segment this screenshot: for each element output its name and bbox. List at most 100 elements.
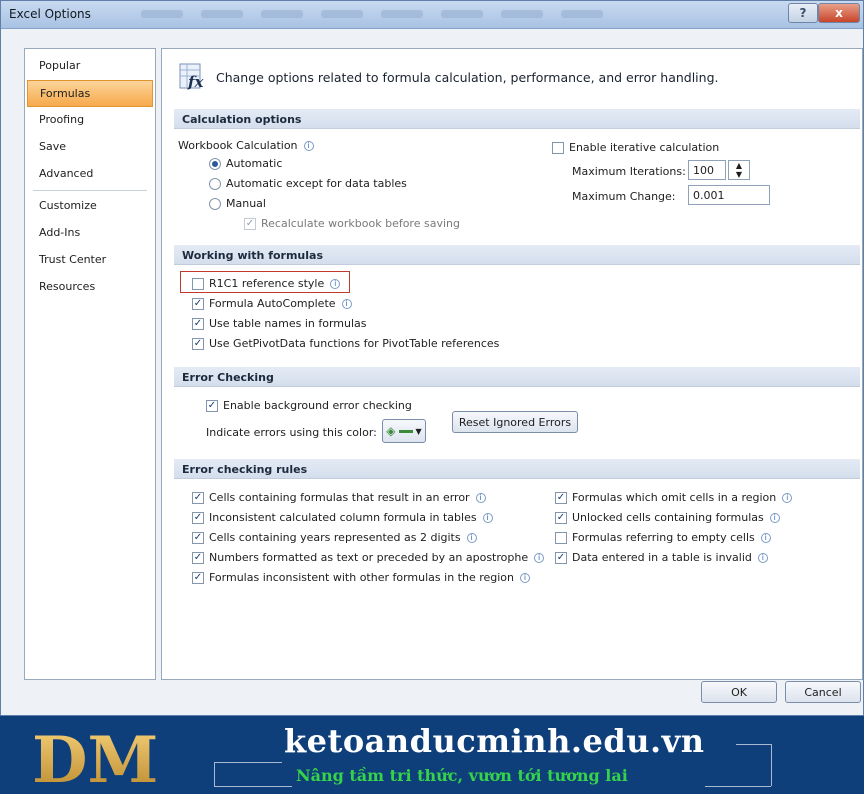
checkbox[interactable]: ✓ — [192, 551, 204, 564]
close-button[interactable]: x — [818, 3, 860, 23]
svg-text:DM: DM — [32, 724, 156, 790]
use-table-names[interactable]: ✓ Use table names in formulas — [192, 317, 367, 330]
radio-automatic[interactable]: Automatic — [209, 157, 282, 170]
title-bar: Excel Options ? x — [1, 1, 863, 29]
formula-autocomplete[interactable]: ✓ Formula AutoComplete i — [192, 297, 352, 310]
background-ribbon-tabs — [141, 10, 603, 18]
radio-manual-label: Manual — [226, 197, 266, 210]
r1c1-highlight-box — [180, 271, 350, 293]
max-iterations-label: Maximum Iterations: — [572, 165, 686, 178]
footer-rule-left-bottom — [214, 786, 292, 787]
indicate-errors-label: Indicate errors using this color: — [206, 426, 377, 439]
rule-two-digit-years[interactable]: ✓ Cells containing years represented as 2… — [192, 531, 477, 544]
sidebar-item-customize[interactable]: Customize — [25, 193, 155, 220]
error-color-picker[interactable]: ◈ ▼ — [382, 419, 426, 443]
rule-table-data-invalid[interactable]: ✓ Data entered in a table is invalid i — [555, 551, 768, 564]
checkbox[interactable] — [555, 531, 567, 544]
checkbox[interactable] — [552, 141, 564, 154]
enable-background-error-checking[interactable]: ✓ Enable background error checking — [206, 399, 412, 412]
enable-iterative-row[interactable]: Enable iterative calculation — [552, 141, 719, 154]
table-names-label: Use table names in formulas — [209, 317, 367, 330]
sidebar-divider — [33, 190, 147, 191]
section-error-checking-rules: Error checking rules — [174, 459, 860, 479]
max-iterations-input[interactable]: 100 — [688, 160, 726, 180]
checkbox[interactable]: ✓ — [555, 551, 567, 564]
excel-options-dialog: Excel Options ? x Popular Formulas Proof… — [0, 0, 864, 716]
footer-rule-left-vert — [214, 762, 215, 786]
info-icon: i — [769, 512, 780, 523]
rule-unlocked-cells[interactable]: ✓ Unlocked cells containing formulas i — [555, 511, 780, 524]
radio-button[interactable] — [209, 157, 221, 170]
rule-empty-cells[interactable]: Formulas referring to empty cells i — [555, 531, 771, 544]
info-icon: i — [760, 532, 771, 543]
rule-inconsistent-formulas-region[interactable]: ✓ Formulas inconsistent with other formul… — [192, 571, 531, 584]
sidebar-item-proofing[interactable]: Proofing — [25, 107, 155, 134]
checkbox[interactable]: ✓ — [555, 511, 567, 524]
radio-button[interactable] — [209, 177, 221, 190]
help-button[interactable]: ? — [788, 3, 818, 23]
brand-tagline: Nâng tầm tri thức, vươn tới tương lai — [296, 766, 628, 785]
checkbox[interactable]: ✓ — [192, 531, 204, 544]
rule-label: Formulas which omit cells in a region — [572, 491, 777, 504]
max-change-input[interactable]: 0.001 — [688, 185, 770, 205]
radio-manual[interactable]: Manual — [209, 197, 266, 210]
checkbox[interactable]: ✓ — [555, 491, 567, 504]
formula-fx-icon: fx — [178, 63, 208, 91]
radio-automatic-except-label: Automatic except for data tables — [226, 177, 407, 190]
rule-omit-cells-region[interactable]: ✓ Formulas which omit cells in a region i — [555, 491, 793, 504]
brand-footer: DM ketoanducminh.edu.vn Nâng tầm tri thứ… — [0, 718, 864, 794]
chevron-down-icon: ▼ — [415, 426, 422, 436]
sidebar-item-popular[interactable]: Popular — [25, 53, 155, 80]
checkbox[interactable]: ✓ — [192, 571, 204, 584]
rule-numbers-as-text[interactable]: ✓ Numbers formatted as text or preceded b… — [192, 551, 545, 564]
cancel-button[interactable]: Cancel — [785, 681, 861, 703]
radio-button[interactable] — [209, 197, 221, 210]
dialog-title: Excel Options — [9, 7, 91, 21]
sidebar-item-formulas[interactable]: Formulas — [27, 80, 153, 107]
autocomplete-label: Formula AutoComplete — [209, 297, 336, 310]
footer-rule-right — [736, 744, 772, 745]
panel-header: fx Change options related to formula cal… — [178, 57, 719, 97]
rule-formulas-result-error[interactable]: ✓ Cells containing formulas that result i… — [192, 491, 486, 504]
radio-automatic-except[interactable]: Automatic except for data tables — [209, 177, 407, 190]
checkbox[interactable]: ✓ — [192, 317, 204, 330]
checkbox[interactable]: ✓ — [192, 337, 204, 350]
rule-label: Data entered in a table is invalid — [572, 551, 752, 564]
paint-bucket-icon: ◈ — [386, 424, 396, 438]
checkbox[interactable]: ✓ — [192, 511, 204, 524]
sidebar-item-advanced[interactable]: Advanced — [25, 161, 155, 188]
radio-automatic-label: Automatic — [226, 157, 283, 170]
ok-button[interactable]: OK — [701, 681, 777, 703]
options-sidebar: Popular Formulas Proofing Save Advanced … — [24, 48, 156, 680]
iterative-label: Enable iterative calculation — [569, 141, 720, 154]
checkbox-disabled: ✓ — [244, 217, 256, 230]
rule-label: Formulas referring to empty cells — [572, 531, 755, 544]
info-icon: i — [341, 298, 352, 309]
checkbox[interactable]: ✓ — [206, 399, 218, 412]
info-icon: i — [466, 532, 477, 543]
getpivot-label: Use GetPivotData functions for PivotTabl… — [209, 337, 500, 350]
recalc-label: Recalculate workbook before saving — [261, 217, 460, 230]
reset-ignored-errors-button[interactable]: Reset Ignored Errors — [452, 411, 578, 433]
sidebar-item-trust-center[interactable]: Trust Center — [25, 247, 155, 274]
rule-label: Formulas inconsistent with other formula… — [209, 571, 515, 584]
checkbox[interactable]: ✓ — [192, 491, 204, 504]
use-getpivotdata[interactable]: ✓ Use GetPivotData functions for PivotTab… — [192, 337, 499, 350]
section-error-checking: Error Checking — [174, 367, 860, 387]
info-icon: i — [303, 140, 314, 151]
footer-rule-right-bottom — [705, 786, 771, 787]
sidebar-item-save[interactable]: Save — [25, 134, 155, 161]
rule-label: Unlocked cells containing formulas — [572, 511, 764, 524]
max-iterations-spinner[interactable]: ▲ ▼ — [728, 160, 750, 180]
sidebar-item-add-ins[interactable]: Add-Ins — [25, 220, 155, 247]
workbook-calc-label-row: Workbook Calculation i — [178, 139, 314, 152]
sidebar-item-resources[interactable]: Resources — [25, 274, 155, 301]
footer-rule-right-vert — [771, 744, 772, 786]
footer-rule-left — [214, 762, 282, 763]
brand-website: ketoanducminh.edu.vn — [284, 722, 705, 760]
rule-label: Cells containing formulas that result in… — [209, 491, 470, 504]
info-icon: i — [534, 552, 545, 563]
checkbox[interactable]: ✓ — [192, 297, 204, 310]
info-icon: i — [482, 512, 493, 523]
rule-inconsistent-calculated-column[interactable]: ✓ Inconsistent calculated column formula … — [192, 511, 493, 524]
